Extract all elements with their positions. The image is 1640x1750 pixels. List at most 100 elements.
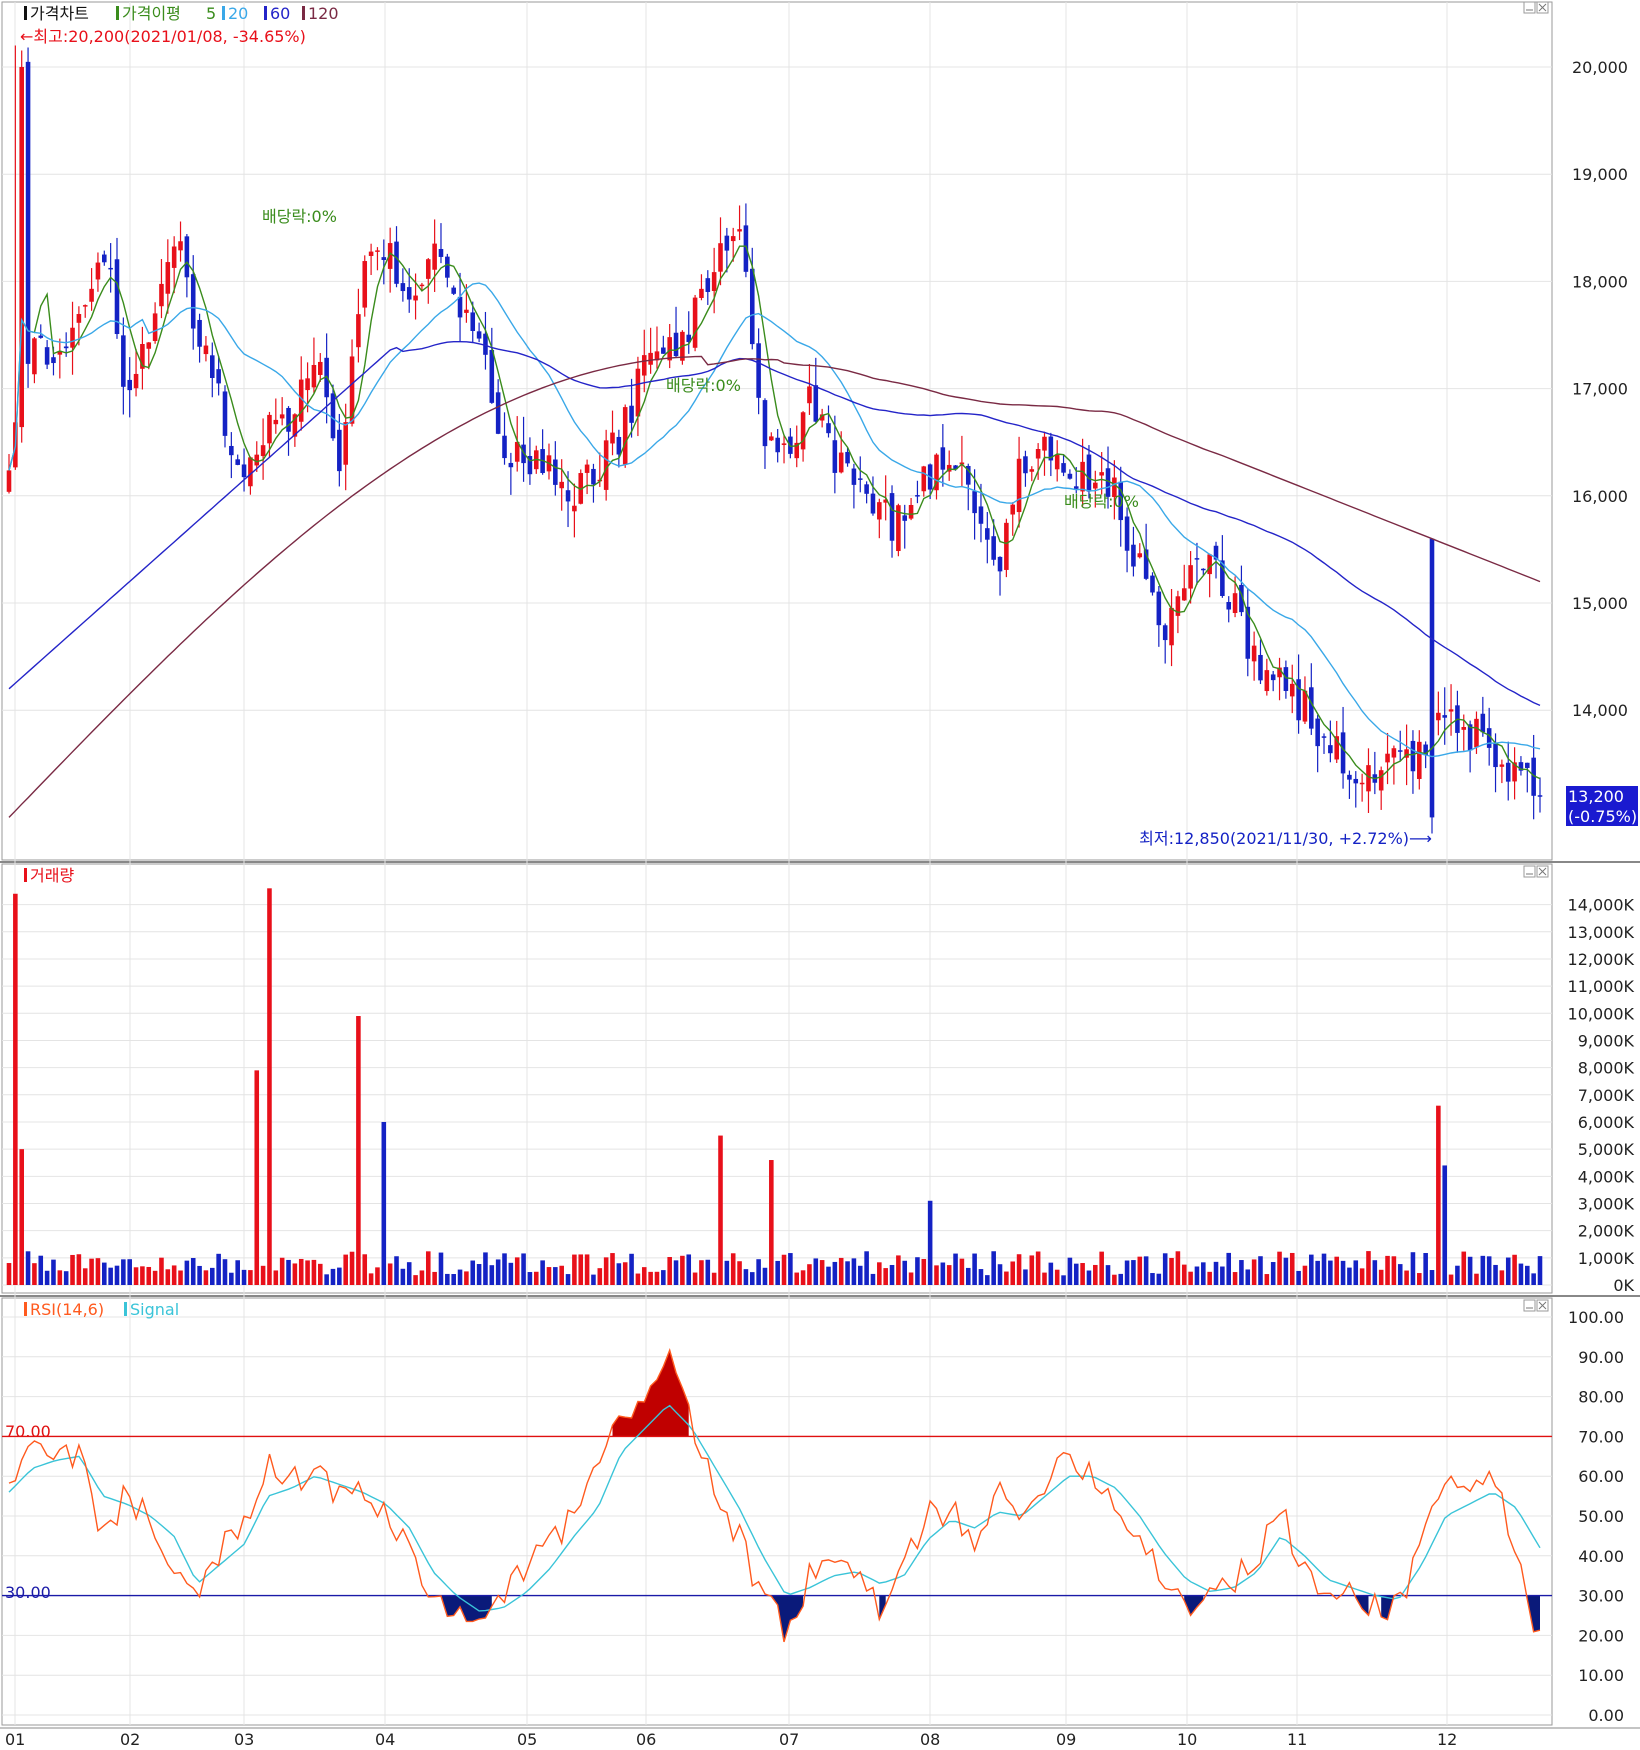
volume-bar[interactable] xyxy=(13,893,18,1285)
volume-bar[interactable] xyxy=(337,1267,342,1285)
candle-body[interactable] xyxy=(1201,568,1206,571)
volume-bar[interactable] xyxy=(1505,1257,1511,1285)
candle-body[interactable] xyxy=(591,468,596,485)
volume-bar[interactable] xyxy=(298,1258,304,1285)
volume-bar[interactable] xyxy=(89,1258,94,1285)
volume-bar[interactable] xyxy=(241,1269,247,1285)
volume-bar[interactable] xyxy=(603,1257,609,1285)
volume-bar[interactable] xyxy=(1105,1265,1111,1285)
volume-bar[interactable] xyxy=(394,1256,399,1285)
volume-bar[interactable] xyxy=(877,1262,882,1285)
candle-body[interactable] xyxy=(743,225,749,272)
candle-body[interactable] xyxy=(260,445,266,457)
volume-bar[interactable] xyxy=(1455,1265,1460,1285)
candle-body[interactable] xyxy=(1099,472,1104,476)
volume-bar[interactable] xyxy=(857,1265,863,1285)
volume-plot[interactable] xyxy=(6,888,1543,1285)
candle-body[interactable] xyxy=(603,440,609,490)
volume-bar[interactable] xyxy=(1067,1257,1073,1285)
candle-body[interactable] xyxy=(152,313,158,341)
volume-bar[interactable] xyxy=(616,1263,622,1285)
candle-body[interactable] xyxy=(305,378,310,391)
volume-bar[interactable] xyxy=(1232,1272,1238,1285)
candle-body[interactable] xyxy=(1162,625,1168,641)
volume-bar[interactable] xyxy=(832,1261,838,1285)
candle-body[interactable] xyxy=(572,505,577,512)
candle-body[interactable] xyxy=(1264,670,1270,692)
volume-bar[interactable] xyxy=(654,1271,660,1285)
volume-bar[interactable] xyxy=(1118,1273,1124,1285)
volume-bar[interactable] xyxy=(553,1267,558,1285)
candle-body[interactable] xyxy=(279,414,285,419)
volume-bar[interactable] xyxy=(953,1253,958,1285)
candle-body[interactable] xyxy=(413,295,418,301)
candle-body[interactable] xyxy=(1366,765,1371,792)
volume-bar[interactable] xyxy=(1378,1269,1384,1285)
candle-body[interactable] xyxy=(375,250,380,252)
volume-bar[interactable] xyxy=(178,1270,183,1285)
volume-bar[interactable] xyxy=(356,1016,361,1285)
candle-body[interactable] xyxy=(972,491,977,514)
volume-bar[interactable] xyxy=(743,1269,749,1285)
candle-body[interactable] xyxy=(229,445,234,456)
candle-body[interactable] xyxy=(1283,667,1289,691)
volume-bar[interactable] xyxy=(737,1261,742,1285)
candle-body[interactable] xyxy=(159,283,164,307)
candle-body[interactable] xyxy=(337,429,342,472)
rsi-panel-controls[interactable] xyxy=(1523,1299,1549,1312)
volume-bar[interactable] xyxy=(1156,1273,1162,1285)
volume-bar[interactable] xyxy=(127,1259,132,1285)
volume-bar[interactable] xyxy=(800,1270,806,1285)
volume-bar[interactable] xyxy=(819,1260,825,1285)
candle-body[interactable] xyxy=(1493,742,1498,768)
candle-body[interactable] xyxy=(1429,538,1435,818)
volume-bar[interactable] xyxy=(1073,1263,1079,1285)
candle-body[interactable] xyxy=(273,419,279,425)
candle-body[interactable] xyxy=(133,373,139,389)
candle-body[interactable] xyxy=(1442,715,1447,718)
volume-bar[interactable] xyxy=(32,1263,37,1285)
candle-body[interactable] xyxy=(1054,454,1060,470)
volume-bar[interactable] xyxy=(1461,1251,1467,1285)
candle-body[interactable] xyxy=(286,407,291,432)
candle-body[interactable] xyxy=(1023,456,1028,474)
volume-bar[interactable] xyxy=(940,1262,946,1285)
volume-bar[interactable] xyxy=(667,1257,672,1285)
candle-body[interactable] xyxy=(1461,727,1467,730)
volume-bar[interactable] xyxy=(578,1254,584,1285)
candle-body[interactable] xyxy=(851,468,857,485)
candle-body[interactable] xyxy=(476,331,482,339)
candle-body[interactable] xyxy=(1067,473,1073,479)
volume-bar[interactable] xyxy=(889,1264,895,1285)
volume-bar[interactable] xyxy=(1436,1105,1441,1285)
candle-body[interactable] xyxy=(381,257,387,261)
candle-body[interactable] xyxy=(1016,458,1022,513)
candle-body[interactable] xyxy=(807,386,812,404)
volume-bar[interactable] xyxy=(870,1273,876,1285)
volume-bar[interactable] xyxy=(1423,1253,1428,1285)
candle-body[interactable] xyxy=(1525,762,1530,768)
candle-body[interactable] xyxy=(877,502,882,520)
candle-body[interactable] xyxy=(1340,732,1346,774)
volume-bar[interactable] xyxy=(140,1266,145,1285)
volume-bar[interactable] xyxy=(661,1270,666,1285)
volume-bar[interactable] xyxy=(70,1254,75,1285)
candle-body[interactable] xyxy=(95,262,101,280)
volume-bar[interactable] xyxy=(438,1252,444,1285)
volume-bar[interactable] xyxy=(1289,1252,1295,1285)
candle-body[interactable] xyxy=(1093,482,1098,489)
volume-bar[interactable] xyxy=(1112,1274,1117,1285)
volume-bar[interactable] xyxy=(502,1253,507,1285)
volume-bar[interactable] xyxy=(622,1262,628,1285)
candle-body[interactable] xyxy=(610,432,615,444)
volume-panel-controls[interactable] xyxy=(1523,865,1549,878)
volume-bar[interactable] xyxy=(317,1263,323,1285)
candle-body[interactable] xyxy=(1480,713,1486,733)
minimize-icon[interactable] xyxy=(1523,865,1536,878)
volume-bar[interactable] xyxy=(985,1275,990,1285)
volume-bar[interactable] xyxy=(311,1259,317,1285)
volume-bar[interactable] xyxy=(514,1257,520,1285)
candle-body[interactable] xyxy=(889,493,895,541)
volume-bar[interactable] xyxy=(273,1270,279,1285)
volume-bar[interactable] xyxy=(1404,1270,1409,1285)
